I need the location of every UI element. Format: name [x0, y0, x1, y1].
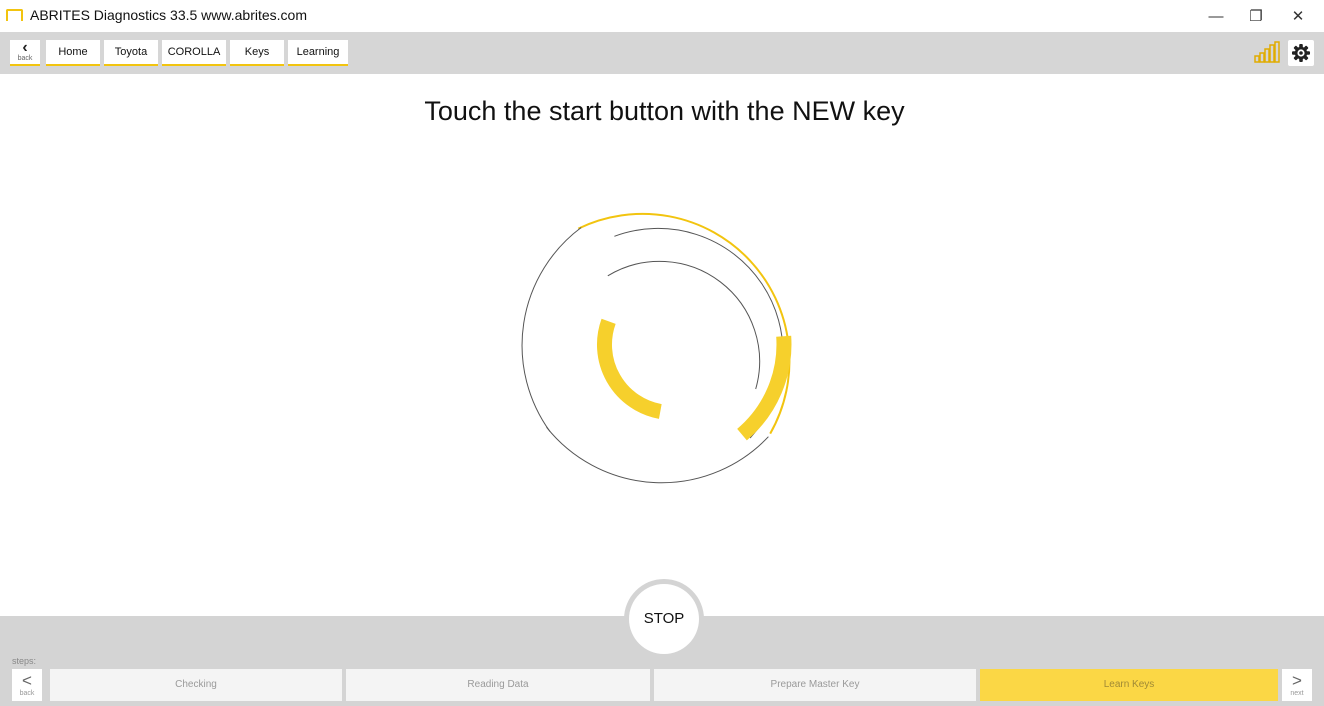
- chevron-left-icon: <: [22, 671, 32, 690]
- restore-button[interactable]: ❐: [1236, 4, 1276, 30]
- minimize-button[interactable]: —: [1196, 4, 1236, 30]
- back-label: back: [17, 55, 33, 62]
- window-title: ABRITES Diagnostics 33.5 www.abrites.com: [30, 7, 307, 23]
- spinner-inner-arc: [607, 260, 761, 390]
- spinner-outer-gray-arc-left: [521, 227, 582, 432]
- close-button[interactable]: ✕: [1278, 4, 1318, 30]
- main-panel: Touch the start button with the NEW key: [10, 74, 1319, 616]
- steps-next-button[interactable]: > next: [1282, 669, 1312, 701]
- breadcrumb-corolla[interactable]: COROLLA: [162, 40, 226, 66]
- loading-spinner-icon: [521, 212, 792, 484]
- step-checking[interactable]: Checking: [50, 669, 342, 701]
- steps-back-button[interactable]: < back: [12, 669, 42, 701]
- spinner-thick-left-arc: [597, 318, 662, 419]
- gear-icon: [1292, 44, 1310, 62]
- step-prepare-master-key[interactable]: Prepare Master Key: [654, 669, 976, 701]
- back-button[interactable]: ‹ back: [10, 40, 40, 66]
- settings-button[interactable]: [1288, 40, 1314, 66]
- steps-next-label: next: [1290, 690, 1304, 697]
- navigation-bar: ‹ back Home Toyota COROLLA Keys Learning: [0, 32, 1324, 74]
- title-bar: ABRITES Diagnostics 33.5 www.abrites.com…: [0, 0, 1324, 32]
- chevron-right-icon: >: [1292, 671, 1302, 690]
- signal-strength-icon: [1254, 41, 1280, 63]
- spinner-outer-gray-arc: [546, 426, 769, 484]
- breadcrumb-learning[interactable]: Learning: [288, 40, 348, 66]
- step-reading-data[interactable]: Reading Data: [346, 669, 650, 701]
- chevron-left-icon: ‹: [22, 39, 28, 56]
- breadcrumb-home[interactable]: Home: [46, 40, 100, 66]
- stop-button[interactable]: STOP: [629, 584, 699, 654]
- instruction-text: Touch the start button with the NEW key: [424, 96, 905, 126]
- app-logo-icon: [6, 9, 23, 21]
- breadcrumb-toyota[interactable]: Toyota: [104, 40, 158, 66]
- steps-back-label: back: [19, 690, 35, 697]
- steps-label: steps:: [12, 656, 37, 666]
- step-learn-keys[interactable]: Learn Keys: [980, 669, 1278, 701]
- breadcrumb-keys[interactable]: Keys: [230, 40, 284, 66]
